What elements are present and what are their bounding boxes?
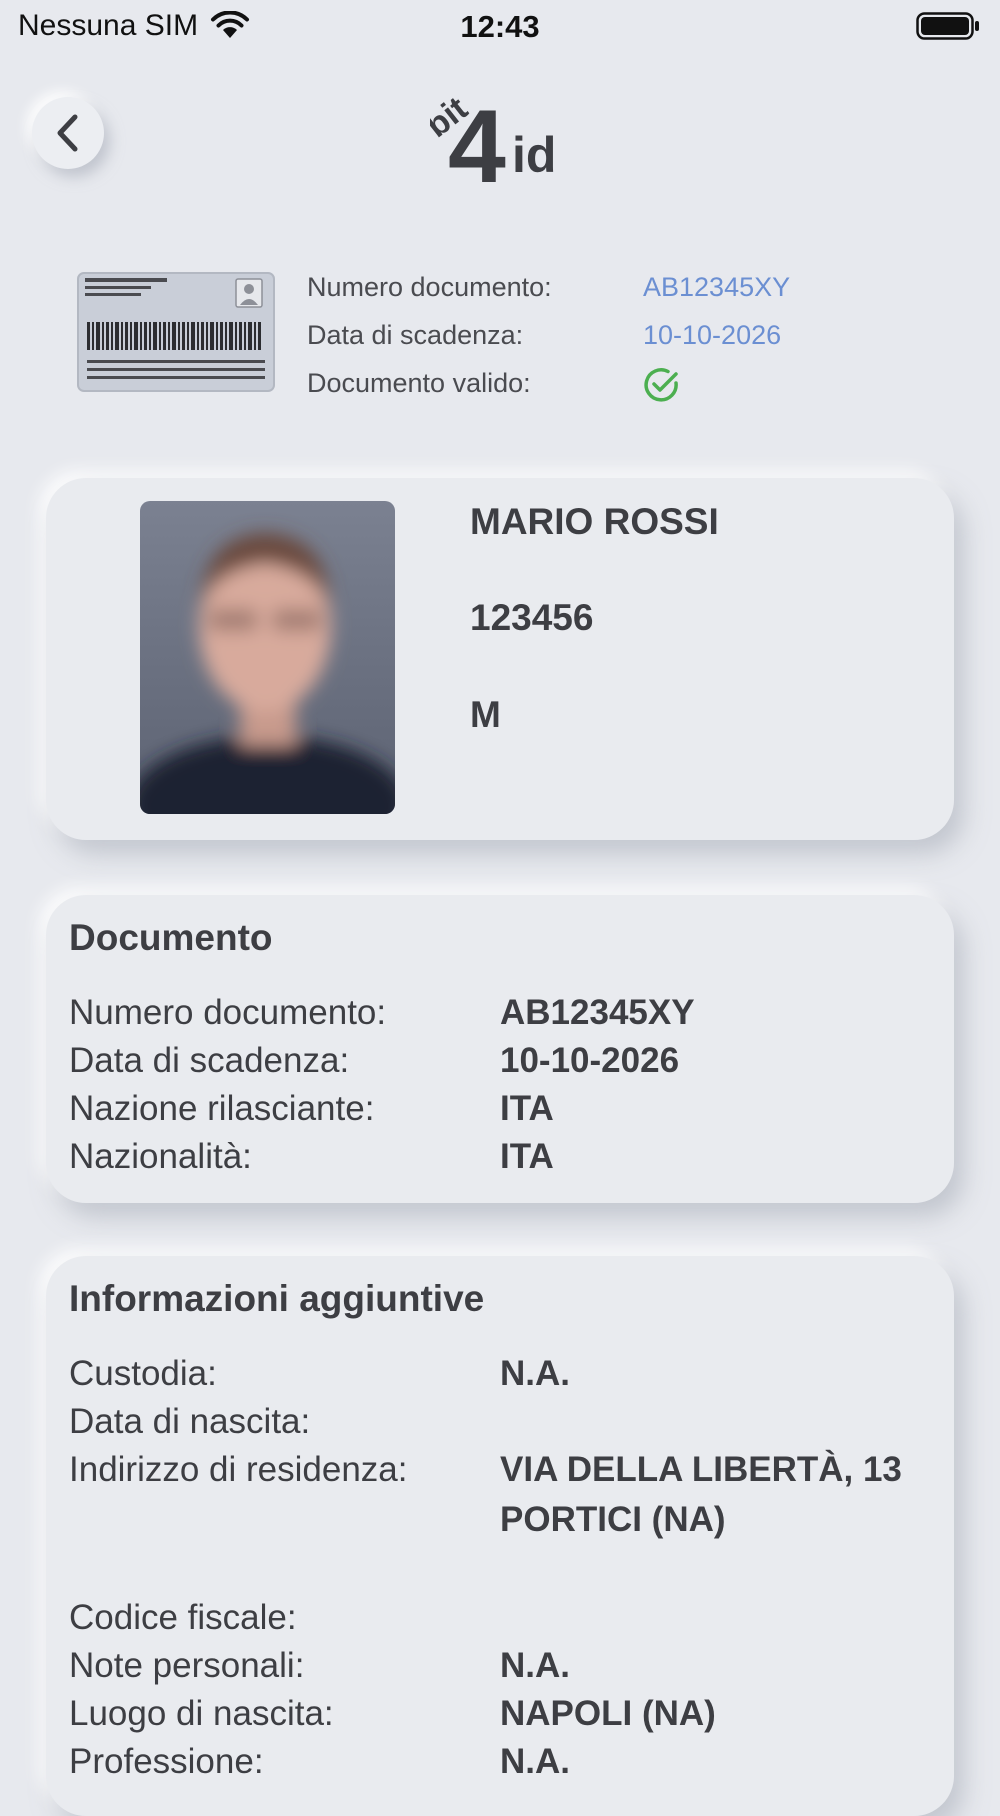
summary-label: Data di scadenza: <box>307 320 524 350</box>
row-value: N.A. <box>500 1742 570 1781</box>
additional-info-card: Informazioni aggiuntive Custodia: N.A. D… <box>46 1256 954 1816</box>
row-label: Data di nascita: <box>69 1402 311 1441</box>
row-label: Data di scadenza: <box>69 1041 350 1080</box>
clock: 12:43 <box>460 9 540 44</box>
battery-icon <box>916 12 979 40</box>
profile-photo <box>140 501 395 814</box>
chevron-left-icon <box>57 114 78 152</box>
profile-gender: M <box>470 694 501 735</box>
row-value: 10-10-2026 <box>500 1041 680 1080</box>
row-value: ITA <box>500 1137 554 1176</box>
summary-row-document-valid: Documento valido: <box>307 362 678 410</box>
document-card: Documento Numero documento: AB12345XY Da… <box>46 895 954 1203</box>
row-label: Nazione rilasciante: <box>69 1089 375 1128</box>
row-label: Note personali: <box>69 1646 305 1685</box>
row-value: ITA <box>500 1089 554 1128</box>
profile-name: MARIO ROSSI <box>470 501 719 542</box>
document-card-title: Documento <box>69 917 273 958</box>
row-label: Luogo di nascita: <box>69 1694 334 1733</box>
summary-value: AB12345XY <box>643 272 791 302</box>
row-value: AB12345XY <box>500 993 695 1032</box>
summary-row-expiry-date: Data di scadenza: 10-10-2026 <box>307 314 781 362</box>
summary-value: 10-10-2026 <box>643 320 782 350</box>
summary-label: Documento valido: <box>307 368 531 398</box>
row-label: Numero documento: <box>69 993 387 1032</box>
additional-info-title: Informazioni aggiuntive <box>69 1278 485 1319</box>
row-value: VIA DELLA LIBERTÀ, 13 <box>500 1450 902 1489</box>
row-value: N.A. <box>500 1354 570 1393</box>
row-label: Custodia: <box>69 1354 217 1393</box>
row-label: Indirizzo di residenza: <box>69 1450 408 1489</box>
portrait-image <box>140 501 395 814</box>
row-value: PORTICI (NA) <box>500 1500 726 1539</box>
id-card-icon <box>77 272 275 392</box>
status-bar: Nessuna SIM 12:43 <box>0 0 1000 60</box>
row-label: Codice fiscale: <box>69 1598 297 1637</box>
row-value: NAPOLI (NA) <box>500 1694 716 1733</box>
profile-id-number: 123456 <box>470 597 594 638</box>
profile-card: MARIO ROSSI 123456 M <box>46 478 954 840</box>
logo-text-id: id <box>512 127 556 183</box>
logo-text-4: 4 <box>448 92 506 190</box>
row-value: N.A. <box>500 1646 570 1685</box>
row-label: Professione: <box>69 1742 264 1781</box>
back-button[interactable] <box>32 97 104 169</box>
summary-label: Numero documento: <box>307 272 552 302</box>
summary-row-document-number: Numero documento: AB12345XY <box>307 266 790 314</box>
document-summary: Numero documento: AB12345XY Data di scad… <box>307 266 790 410</box>
row-label: Nazionalità: <box>69 1137 252 1176</box>
bit4id-logo: bit 4 id <box>430 92 556 190</box>
check-circle-icon <box>644 368 678 402</box>
